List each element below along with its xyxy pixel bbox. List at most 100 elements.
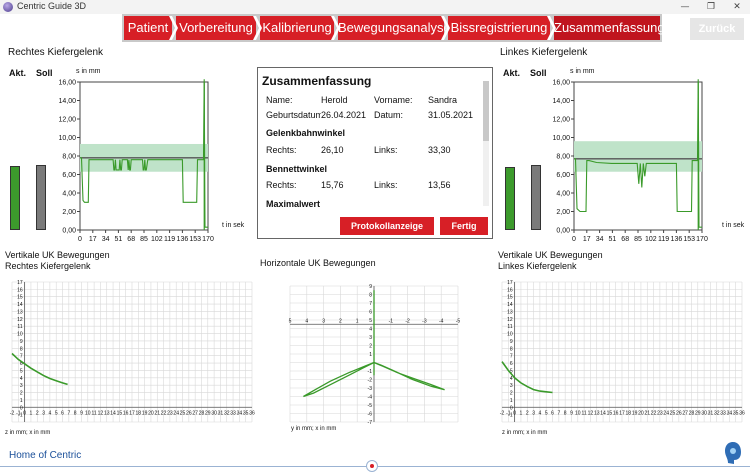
y-tick-label: 16 [17, 287, 23, 293]
home-of-centric-link[interactable]: Home of Centric [9, 450, 81, 461]
chevron-shape [441, 16, 450, 40]
step-bissregistrierung[interactable]: Bissregistrierung [448, 16, 550, 40]
x-tick-label: 1 [30, 410, 33, 416]
summary-scrollbar[interactable] [483, 81, 489, 206]
x-tick-label: 119 [658, 236, 669, 243]
close-icon[interactable]: ✕ [724, 0, 750, 14]
x-tick-label: 13 [104, 410, 110, 416]
right-y-unit: s in mm [76, 68, 101, 75]
step-vorbereitung[interactable]: Vorbereitung [176, 16, 256, 40]
y-tick-label: 10 [507, 332, 513, 338]
x-tick-label: 20 [638, 410, 644, 416]
datum-value: 31.05.2021 [428, 110, 474, 120]
y-tick-label: 1 [369, 352, 372, 358]
geb-label: Geburtsdatum: [266, 110, 321, 120]
x-tick-label: 1 [520, 410, 523, 416]
y-tick-label: 6,00 [62, 172, 76, 179]
step-chevron-icon [441, 16, 450, 40]
y-tick-label: 15 [507, 295, 513, 301]
step-zusammenfassung[interactable]: Zusammenfassung [554, 16, 665, 40]
x-tick-label: 9 [80, 410, 83, 416]
right-akt-bar [10, 166, 20, 230]
x-tick-label: 23 [167, 410, 173, 416]
step-chevron-icon [331, 16, 340, 40]
y-tick-label: 4 [20, 376, 23, 382]
y-tick-label: 17 [507, 280, 513, 286]
y-tick-label: 1 [20, 398, 23, 404]
x-tick-label: 3 [532, 410, 535, 416]
y-tick-label: 12,00 [58, 117, 76, 124]
y-tick-label: -3 [368, 386, 373, 392]
x-tick-label: 34 [102, 236, 110, 243]
app-logo-icon [3, 2, 13, 12]
x-tick-label: 22 [651, 410, 657, 416]
fertig-button[interactable]: Fertig [440, 217, 488, 235]
x-tick-label: 7 [67, 410, 70, 416]
y-tick-label: 3 [510, 383, 513, 389]
y-tick-label: -4 [368, 395, 373, 401]
y-tick-label: 6 [369, 310, 372, 316]
y-tick-label: 9 [20, 339, 23, 345]
name-label: Name: [266, 95, 293, 105]
left-akt-label: Akt. [503, 68, 521, 78]
y-tick-label: 10,00 [58, 135, 76, 142]
y-tick-label: 14 [507, 302, 513, 308]
window-title: Centric Guide 3D [17, 1, 87, 11]
geb-label-clip: Geburtsdatum: [266, 110, 321, 122]
y-tick-label: 0 [20, 405, 23, 411]
horiz-axis-label: y in mm; x in mm [291, 426, 337, 432]
y-tick-label: 0,00 [62, 228, 76, 235]
bw-links-value: 13,56 [428, 180, 451, 190]
y-tick-label: 12 [507, 317, 513, 323]
y-tick-label: 6 [510, 361, 513, 367]
x-tick-label: 3 [322, 318, 325, 324]
gbw-links-value: 33,30 [428, 145, 451, 155]
minimize-icon[interactable]: — [672, 0, 698, 14]
vert-right-title-2: Rechtes Kiefergelenk [5, 261, 91, 271]
y-tick-label: 14 [17, 302, 23, 308]
x-tick-label: 29 [695, 410, 701, 416]
chevron-shape [547, 16, 556, 40]
x-tick-label: 18 [626, 410, 632, 416]
step-patient[interactable]: Patient [124, 16, 172, 40]
x-tick-label: 14 [110, 410, 116, 416]
x-tick-label: 10 [85, 410, 91, 416]
y-tick-label: 2 [369, 344, 372, 350]
x-tick-label: 12 [98, 410, 104, 416]
step-chevron-icon [253, 16, 262, 40]
x-tick-label: 30 [211, 410, 217, 416]
step-kalibrierung[interactable]: Kalibrierung [260, 16, 334, 40]
horiz-title: Horizontale UK Bewegungen [260, 258, 376, 268]
y-tick-label: -1 [18, 413, 23, 419]
page-indicator-icon[interactable] [366, 460, 378, 472]
left-joint-title: Linkes Kiefergelenk [500, 47, 588, 58]
x-tick-label: 35 [733, 410, 739, 416]
x-tick-label: 17 [129, 410, 135, 416]
x-tick-label: 51 [115, 236, 123, 243]
x-tick-label: 85 [634, 236, 642, 243]
x-tick-label: 12 [588, 410, 594, 416]
y-tick-label: 14,00 [58, 98, 76, 105]
x-tick-label: 10 [575, 410, 581, 416]
x-tick-label: 8 [74, 410, 77, 416]
gelenkbahnwinkel-heading: Gelenkbahnwinkel [266, 128, 346, 138]
x-tick-label: 153 [189, 236, 201, 243]
vert-right-title-1: Vertikale UK Bewegungen [5, 250, 110, 260]
back-button[interactable]: Zurück [690, 18, 744, 40]
x-tick-label: -2 [405, 318, 410, 324]
scrollbar-thumb[interactable] [483, 81, 489, 141]
y-tick-label: 9 [510, 339, 513, 345]
x-tick-label: 1 [356, 318, 359, 324]
step-bewegungsanalyse[interactable]: Bewegungsanalyse [338, 16, 451, 40]
protokollanzeige-button[interactable]: Protokollanzeige [340, 217, 434, 235]
y-tick-label: 16,00 [552, 80, 570, 87]
y-tick-label: 9 [369, 284, 372, 290]
horizontal-chart: 5 4 3 2 1 -1 -2 -3 -4 -5 9 8 7 6 5 4 3 2 1 -1 -2 -3 -4 -5 -6 -7 [289, 284, 461, 426]
restore-icon[interactable]: ❐ [698, 0, 724, 14]
x-tick-label: 51 [609, 236, 617, 243]
x-tick-label: 33 [230, 410, 236, 416]
y-tick-label: 13 [507, 309, 513, 315]
x-tick-label: 5 [289, 318, 292, 324]
x-tick-label: 16 [613, 410, 619, 416]
y-tick-label: 17 [17, 280, 23, 286]
